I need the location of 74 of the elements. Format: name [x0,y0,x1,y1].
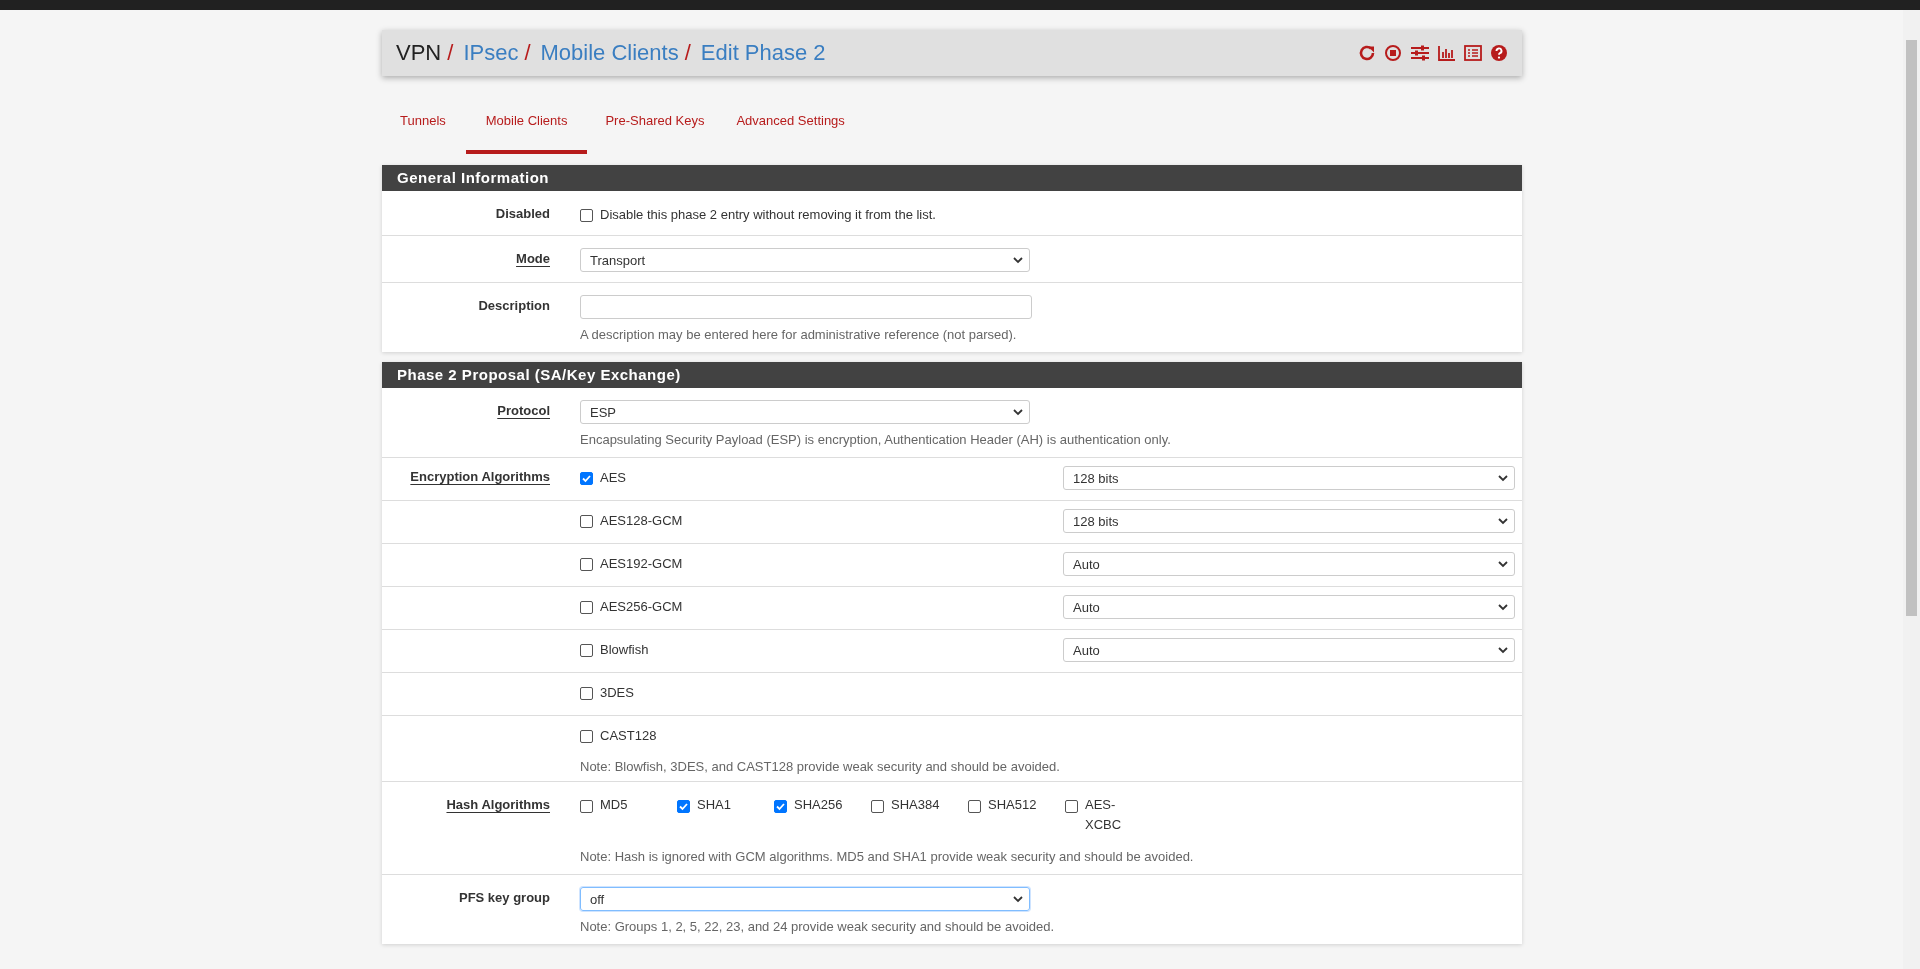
checkbox[interactable] [580,800,593,813]
dropdown[interactable]: Auto [1063,595,1515,619]
caret-icon [1498,474,1508,482]
help-text: Encapsulating Security Payload (ESP) is encryption, Authentication Header (AH) is authentication only. [580,432,1172,447]
help-text: Note: Blowfish, 3DES, and CAST128 provide weak security and should be avoided. [580,759,1061,774]
tab[interactable]: Tunnels [384,100,462,154]
help-text: A description may be entered here for administrative reference (not parsed). [580,327,1018,342]
checkbox-label: 3DES [600,685,634,700]
checkbox[interactable] [580,601,593,614]
dropdown[interactable]: Transport [580,248,1030,272]
sliders-icon[interactable] [1410,44,1430,62]
checkbox-label: SHA512 [988,796,1037,814]
checkbox[interactable] [580,558,593,571]
dropdown[interactable]: ESP [580,400,1030,424]
dropdown[interactable]: off [580,887,1030,911]
checkbox[interactable] [774,800,787,813]
checkbox-label: SHA1 [697,796,731,814]
caret-icon [1498,646,1508,654]
checkbox-label: CAST128 [600,728,657,743]
checkbox[interactable] [580,515,593,528]
caret-icon [1013,408,1023,416]
help-icon[interactable] [1490,44,1508,62]
field-label: PFS key group [458,890,550,905]
breadcrumb-separator: / [684,40,691,66]
bar-chart-icon[interactable] [1438,44,1456,62]
checkbox[interactable] [1065,800,1078,813]
checkbox[interactable] [580,730,593,743]
checkbox[interactable] [871,800,884,813]
breadcrumb-separator: / [447,40,454,66]
checkbox-label: Blowfish [600,642,649,657]
stop-icon[interactable] [1384,44,1402,62]
scrollbar[interactable] [1903,10,1920,969]
checkbox-label: Disable this phase 2 entry without removing it from the list. [600,207,936,222]
checkbox[interactable] [580,644,593,657]
checkbox[interactable] [677,800,690,813]
breadcrumb-separator: / [524,40,531,66]
checkbox[interactable] [968,800,981,813]
caret-icon [1013,256,1023,264]
caret-icon [1498,517,1508,525]
section-heading: Phase 2 Proposal (SA/Key Exchange) [382,362,1522,388]
caret-icon [1498,560,1508,568]
checkbox-label: AES128-GCM [600,513,683,528]
checkbox[interactable] [580,687,593,700]
checkbox-label: SHA384 [891,796,940,814]
help-text: Note: Groups 1, 2, 5, 22, 23, and 24 provide weak security and should be avoided. [580,919,1056,934]
checkbox-label: AES-XCBC [1085,796,1123,834]
section-heading: General Information [382,165,1522,191]
tab[interactable]: Mobile Clients [465,100,588,154]
field-label[interactable]: Hash Algorithms [446,797,550,812]
checkbox-label: MD5 [600,796,628,814]
help-text: Note: Hash is ignored with GCM algorithms. MD5 and SHA1 provide weak security and should be avoided. [580,849,1195,864]
checkbox[interactable] [580,209,593,222]
checkbox[interactable] [580,472,593,485]
dropdown[interactable]: Auto [1063,552,1515,576]
reload-icon[interactable] [1358,44,1376,62]
field-label[interactable]: Encryption Algorithms [410,469,550,484]
caret-icon [1013,895,1023,903]
list-icon[interactable] [1464,44,1482,62]
checkbox-label: AES256-GCM [600,599,683,614]
field-label: Description [478,298,550,313]
field-label: Disabled [495,206,550,221]
checkbox-label: AES [600,470,626,485]
dropdown[interactable]: 128 bits [1063,466,1515,490]
caret-icon [1498,603,1508,611]
checkbox-label: SHA256 [794,796,843,814]
checkbox-label: AES192-GCM [600,556,683,571]
text-field[interactable] [580,295,1032,319]
dropdown[interactable]: Auto [1063,638,1515,662]
tab[interactable]: Advanced Settings [722,100,859,154]
field-label[interactable]: Mode [516,251,550,266]
dropdown[interactable]: 128 bits [1063,509,1515,533]
breadcrumb-text: VPN [396,40,442,66]
field-label[interactable]: Protocol [497,403,550,418]
tab[interactable]: Pre-Shared Keys [591,100,719,154]
